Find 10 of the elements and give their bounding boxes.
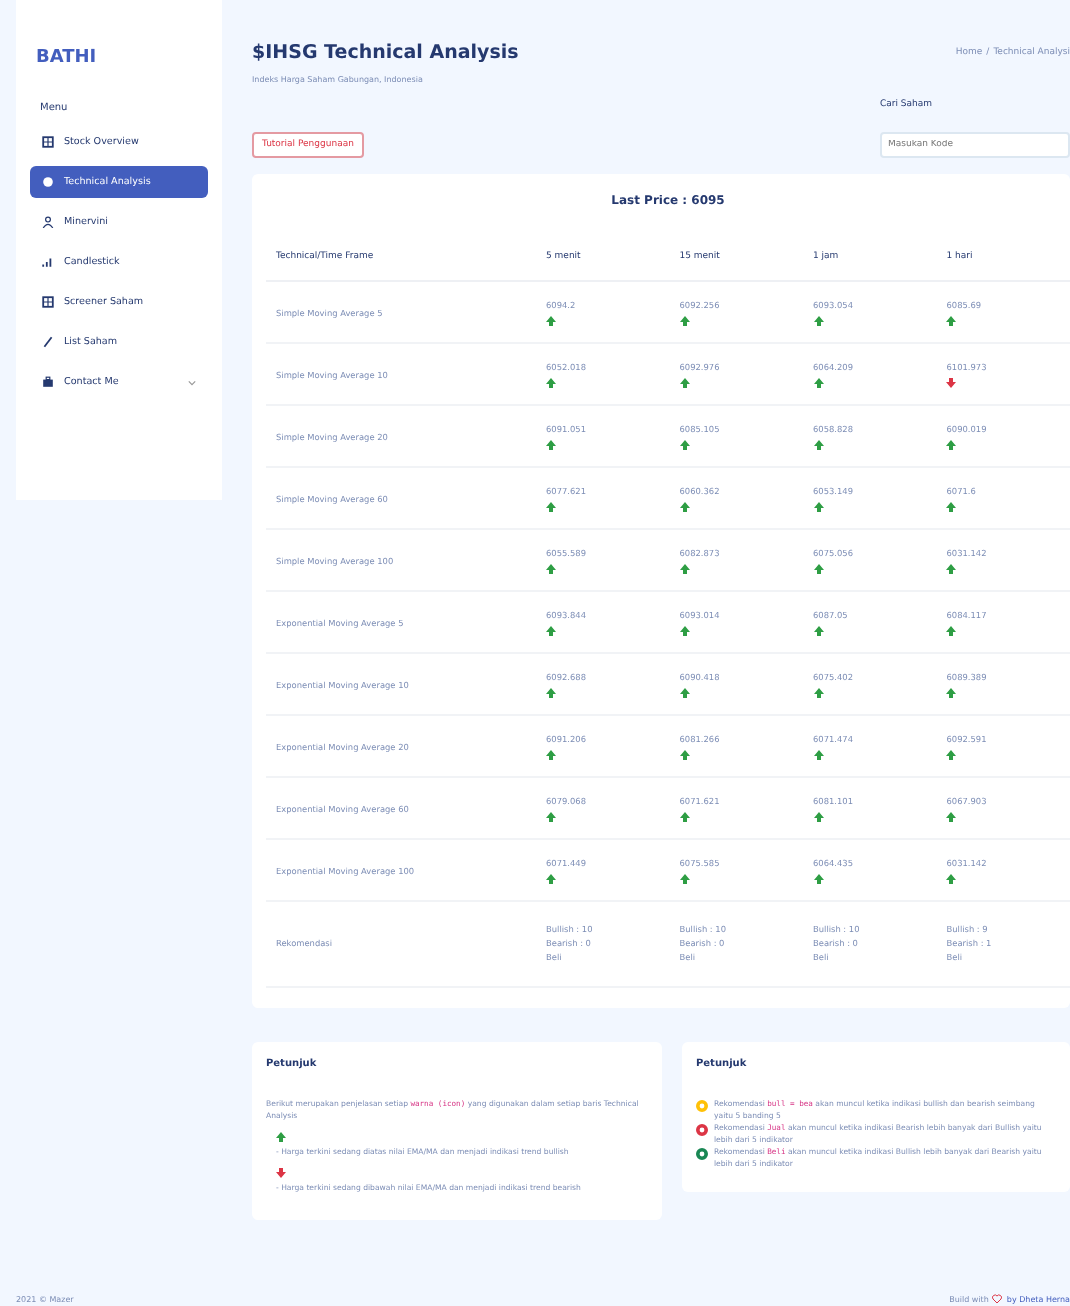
logo-text: BATHI: [36, 48, 99, 68]
person-icon: [42, 216, 54, 228]
grid-icon: [42, 136, 54, 148]
pen-icon: [42, 336, 54, 348]
bar-chart-icon: [42, 256, 54, 268]
grid-icon: [42, 296, 54, 308]
heart-icon: [992, 1294, 1003, 1304]
page-title: $IHSG Technical Analysis: [252, 42, 519, 64]
briefcase-icon: [42, 376, 54, 388]
circle-icon: [42, 176, 54, 188]
